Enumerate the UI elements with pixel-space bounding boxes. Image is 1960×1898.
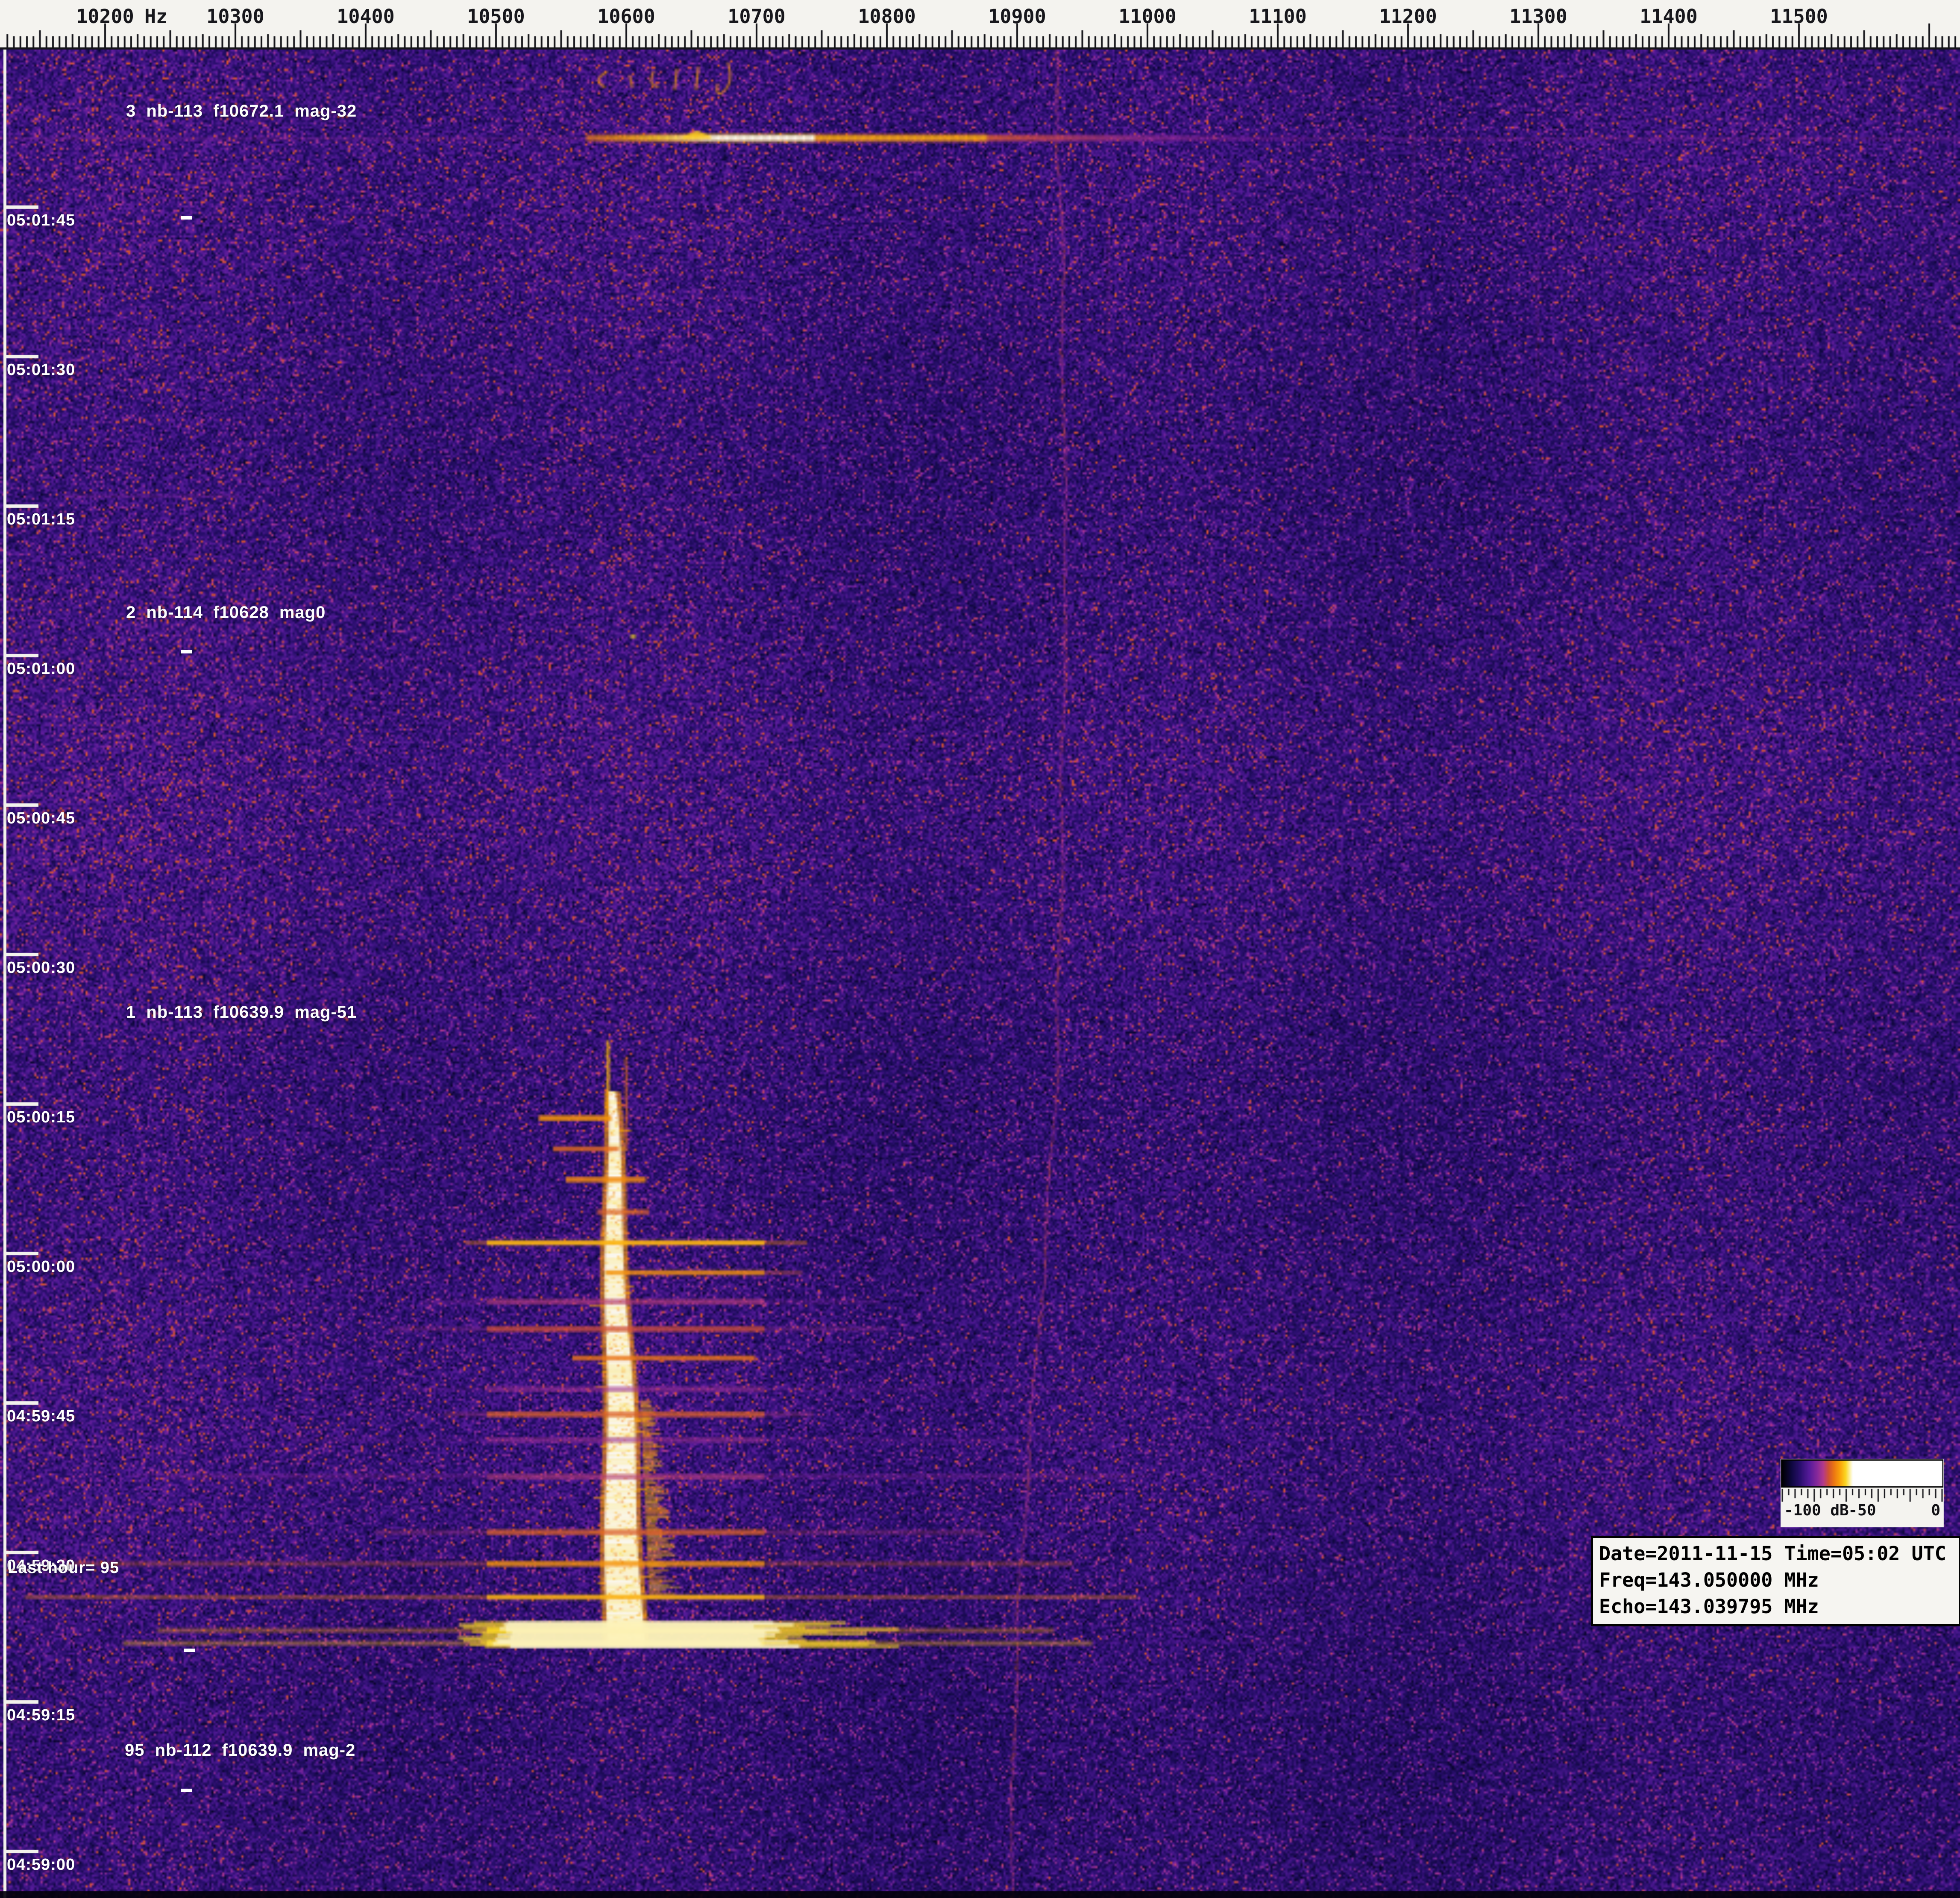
spectrogram-app: Date=2011-11-15 Time=05:02 UTC Freq=143.… — [0, 0, 1960, 1898]
spectrogram-canvas — [0, 0, 1960, 1898]
